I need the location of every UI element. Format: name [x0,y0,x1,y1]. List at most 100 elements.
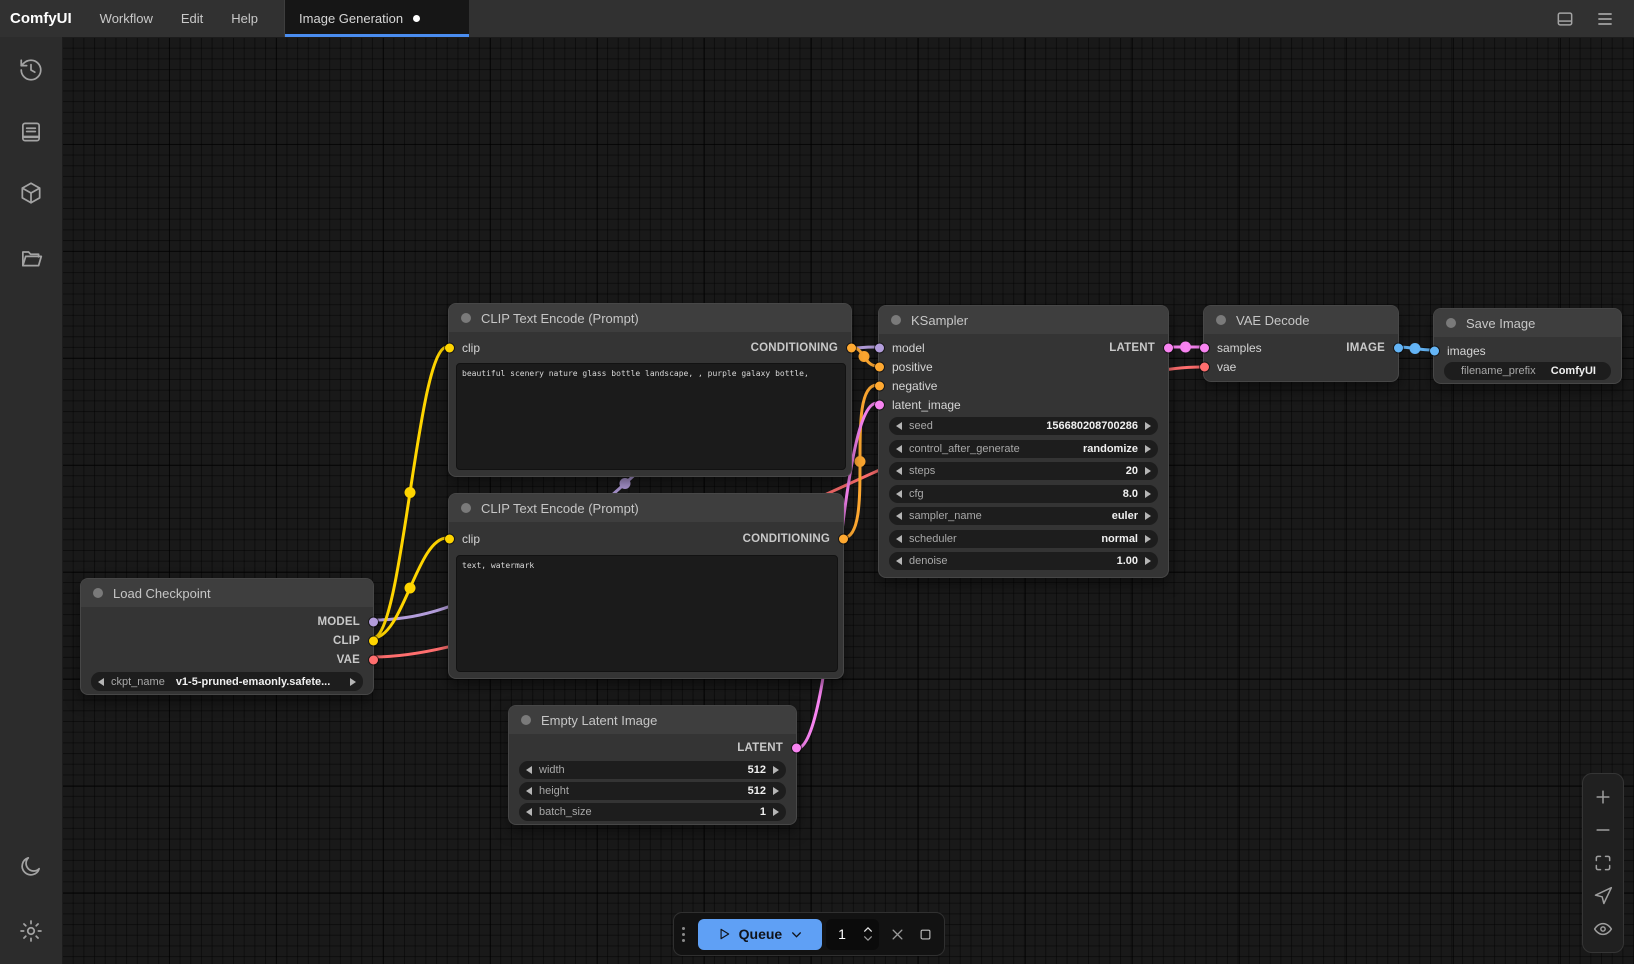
widget-prev-arrow[interactable] [98,678,104,686]
drag-handle[interactable] [680,927,688,942]
settings-gear-icon[interactable] [18,918,44,944]
widget-next-arrow[interactable] [1145,467,1151,475]
hamburger-menu-icon[interactable] [1594,8,1616,30]
collapse-dot[interactable] [1446,318,1456,328]
widget-next-arrow[interactable] [1145,512,1151,520]
sampler-name-widget[interactable]: sampler_name euler [889,507,1158,525]
steps-widget[interactable]: steps 20 [889,462,1158,480]
widget-next-arrow[interactable] [1145,445,1151,453]
tab-image-generation[interactable]: Image Generation [284,0,469,37]
node-title-bar[interactable]: CLIP Text Encode (Prompt) [449,304,851,332]
input-slot-images[interactable] [1430,346,1439,355]
menu-help[interactable]: Help [217,0,272,37]
select-mode-icon[interactable] [1592,885,1614,907]
model-library-icon[interactable] [18,180,44,206]
stepper-up-icon[interactable] [863,926,873,933]
node-clip-text-encode-positive[interactable]: CLIP Text Encode (Prompt) clip CONDITION… [448,303,852,477]
node-title-bar[interactable]: Empty Latent Image [509,706,796,734]
control-after-generate-widget[interactable]: control_after_generate randomize [889,440,1158,458]
node-clip-text-encode-negative[interactable]: CLIP Text Encode (Prompt) clip CONDITION… [448,493,844,679]
node-title-bar[interactable]: VAE Decode [1204,306,1398,334]
batch-size-widget[interactable]: batch_size 1 [519,803,786,821]
node-canvas[interactable] [62,37,1634,964]
widget-prev-arrow[interactable] [896,490,902,498]
output-slot-clip[interactable] [369,636,378,645]
widget-next-arrow[interactable] [1145,557,1151,565]
zoom-in-icon[interactable] [1592,786,1614,808]
collapse-dot[interactable] [461,313,471,323]
prompt-textarea[interactable]: beautiful scenery nature glass bottle la… [456,363,846,470]
cfg-widget[interactable]: cfg 8.0 [889,485,1158,503]
node-empty-latent-image[interactable]: Empty Latent Image LATENT width 512 heig… [508,705,797,825]
widget-next-arrow[interactable] [1145,422,1151,430]
widget-prev-arrow[interactable] [526,808,532,816]
widget-prev-arrow[interactable] [526,787,532,795]
fit-view-icon[interactable] [1592,852,1614,874]
input-slot-latent-image[interactable] [875,400,884,409]
input-slot-model[interactable] [875,343,884,352]
scheduler-widget[interactable]: scheduler normal [889,530,1158,548]
stepper-down-icon[interactable] [863,935,873,942]
collapse-dot[interactable] [891,315,901,325]
bottom-panel-icon[interactable] [1554,8,1576,30]
input-slot-clip[interactable] [445,534,454,543]
collapse-dot[interactable] [1216,315,1226,325]
input-slot-samples[interactable] [1200,343,1209,352]
batch-count-input[interactable]: 1 [826,919,879,950]
clear-queue-icon[interactable] [889,925,906,943]
widget-next-arrow[interactable] [773,787,779,795]
input-slot-positive[interactable] [875,362,884,371]
prompt-textarea[interactable]: text, watermark [456,555,838,672]
toggle-link-visibility-icon[interactable] [1592,918,1614,940]
node-load-checkpoint[interactable]: Load Checkpoint MODEL CLIP VAE ckpt_name… [80,578,374,695]
node-title-bar[interactable]: KSampler [879,306,1168,334]
widget-next-arrow[interactable] [1145,490,1151,498]
input-slot-negative[interactable] [875,381,884,390]
node-save-image[interactable]: Save Image images filename_prefix ComfyU… [1433,308,1622,384]
app-logo[interactable]: ComfyUI [0,0,86,37]
menu-workflow[interactable]: Workflow [86,0,167,37]
output-slot-conditioning[interactable] [847,343,856,352]
seed-widget[interactable]: seed 156680208700286 [889,417,1158,435]
ckpt-name-widget[interactable]: ckpt_name v1-5-pruned-emaonly.safete... [91,672,363,691]
zoom-out-icon[interactable] [1592,819,1614,841]
widget-next-arrow[interactable] [1145,535,1151,543]
widget-prev-arrow[interactable] [896,467,902,475]
filename-prefix-widget[interactable]: filename_prefix ComfyUI [1444,362,1611,380]
output-slot-image[interactable] [1394,343,1403,352]
output-slot-vae[interactable] [369,655,378,664]
history-icon[interactable] [18,57,44,83]
stop-icon[interactable] [917,925,934,943]
widget-prev-arrow[interactable] [896,422,902,430]
widget-prev-arrow[interactable] [896,445,902,453]
input-slot-clip[interactable] [445,343,454,352]
height-widget[interactable]: height 512 [519,782,786,800]
widget-next-arrow[interactable] [350,678,356,686]
widget-prev-arrow[interactable] [896,557,902,565]
queue-list-icon[interactable] [18,119,44,145]
node-title-bar[interactable]: Save Image [1434,309,1621,337]
denoise-widget[interactable]: denoise 1.00 [889,552,1158,570]
output-slot-conditioning[interactable] [839,534,848,543]
node-ksampler[interactable]: KSampler model LATENT positive negative … [878,305,1169,578]
queue-button[interactable]: Queue [698,919,822,950]
widget-next-arrow[interactable] [773,808,779,816]
menu-edit[interactable]: Edit [167,0,217,37]
widget-prev-arrow[interactable] [526,766,532,774]
widget-prev-arrow[interactable] [896,535,902,543]
input-slot-vae[interactable] [1200,362,1209,371]
output-slot-model[interactable] [369,617,378,626]
width-widget[interactable]: width 512 [519,761,786,779]
node-vae-decode[interactable]: VAE Decode samples IMAGE vae [1203,305,1399,382]
workflows-folder-icon[interactable] [18,245,44,271]
collapse-dot[interactable] [521,715,531,725]
collapse-dot[interactable] [461,503,471,513]
node-title-bar[interactable]: Load Checkpoint [81,579,373,607]
output-slot-latent[interactable] [1164,343,1173,352]
widget-next-arrow[interactable] [773,766,779,774]
output-slot-latent[interactable] [792,743,801,752]
node-title-bar[interactable]: CLIP Text Encode (Prompt) [449,494,843,522]
theme-moon-icon[interactable] [18,853,44,879]
collapse-dot[interactable] [93,588,103,598]
widget-prev-arrow[interactable] [896,512,902,520]
